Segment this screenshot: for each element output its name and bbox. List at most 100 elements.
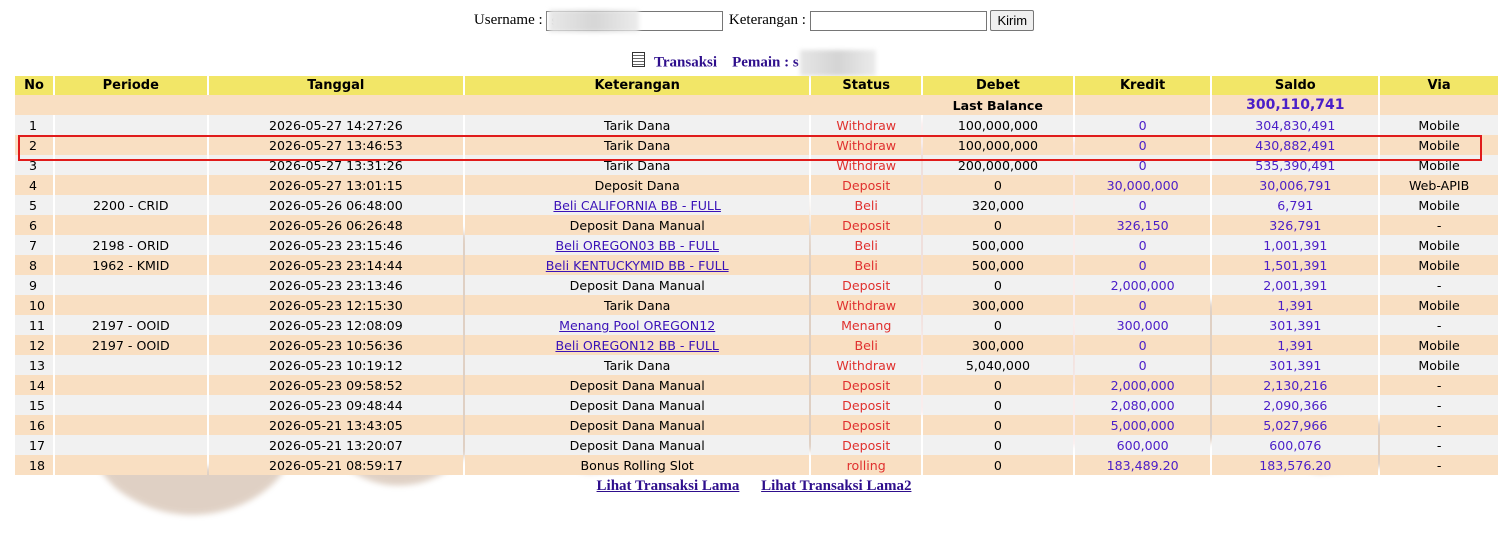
cell-kredit: 600,000 [1074, 435, 1211, 455]
column-header: Tanggal [208, 76, 464, 95]
cell-saldo: 2,090,366 [1212, 395, 1379, 415]
cell-no: 3 [15, 155, 53, 175]
table-row: 1 2026-05-27 14:27:26 Tarik Dana Withdraw 10… [15, 115, 1498, 135]
cell-tanggal: 2026-05-23 09:58:52 [208, 375, 464, 395]
keterangan-link[interactable]: Menang Pool OREGON12 [559, 318, 715, 333]
cell-debet: 0 [923, 395, 1073, 415]
cell-tanggal: 2026-05-26 06:48:00 [208, 195, 464, 215]
cell-status: Menang [811, 315, 922, 335]
cell-debet: 0 [923, 435, 1073, 455]
cell-no: 5 [15, 195, 53, 215]
table-row: 12 2197 - OOID 2026-05-23 10:56:36 Beli ORE… [15, 335, 1498, 355]
cell-tanggal: 2026-05-23 09:48:44 [208, 395, 464, 415]
last-balance-value: 300,110,741 [1212, 95, 1379, 115]
column-header: Saldo [1212, 76, 1379, 95]
cell-keterangan: Tarik Dana [465, 135, 810, 155]
cell-kredit: 0 [1074, 295, 1211, 315]
keterangan-link[interactable]: Beli OREGON03 BB - FULL [555, 238, 718, 253]
cell-periode [54, 395, 207, 415]
cell-saldo: 430,882,491 [1212, 135, 1379, 155]
last-balance-spacer [1074, 95, 1211, 115]
keterangan-link[interactable]: Beli OREGON12 BB - FULL [555, 338, 718, 353]
cell-tanggal: 2026-05-23 23:14:44 [208, 255, 464, 275]
cell-periode [54, 135, 207, 155]
cell-keterangan: Beli OREGON12 BB - FULL [465, 335, 810, 355]
cell-saldo: 301,391 [1212, 355, 1379, 375]
cell-tanggal: 2026-05-27 13:01:15 [208, 175, 464, 195]
redacted-pemain-blur [800, 50, 877, 76]
transaksi-title: Transaksi [653, 54, 718, 71]
cell-keterangan: Deposit Dana Manual [465, 395, 810, 415]
cell-via: Mobile [1380, 295, 1498, 315]
footer-links: Lihat Transaksi Lama Lihat Transaksi Lam… [0, 478, 1508, 495]
cell-no: 1 [15, 115, 53, 135]
cell-via: - [1380, 415, 1498, 435]
keterangan-input[interactable] [809, 10, 987, 31]
cell-tanggal: 2026-05-27 13:31:26 [208, 155, 464, 175]
cell-tanggal: 2026-05-23 10:56:36 [208, 335, 464, 355]
cell-via: - [1380, 395, 1498, 415]
cell-tanggal: 2026-05-27 13:46:53 [208, 135, 464, 155]
cell-no: 7 [15, 235, 53, 255]
cell-saldo: 30,006,791 [1212, 175, 1379, 195]
cell-periode [54, 355, 207, 375]
cell-via: Mobile [1380, 115, 1498, 135]
cell-tanggal: 2026-05-26 06:26:48 [208, 215, 464, 235]
cell-keterangan: Deposit Dana Manual [465, 435, 810, 455]
cell-status: Beli [811, 335, 922, 355]
table-row: 5 2200 - CRID 2026-05-26 06:48:00 Beli CALI… [15, 195, 1498, 215]
cell-kredit: 0 [1074, 195, 1211, 215]
cell-no: 17 [15, 435, 53, 455]
cell-no: 8 [15, 255, 53, 275]
table-row: 9 2026-05-23 23:13:46 Deposit Dana Manual D… [15, 275, 1498, 295]
cell-via: - [1380, 275, 1498, 295]
kirim-button[interactable]: Kirim [990, 10, 1035, 32]
cell-debet: 0 [923, 315, 1073, 335]
cell-debet: 500,000 [923, 235, 1073, 255]
lihat-transaksi-lama-link[interactable]: Lihat Transaksi Lama [597, 478, 740, 494]
cell-keterangan: Tarik Dana [465, 155, 810, 175]
cell-status: rolling [811, 455, 922, 475]
keterangan-link[interactable]: Beli CALIFORNIA BB - FULL [553, 198, 721, 213]
cell-periode [54, 455, 207, 475]
table-row: 6 2026-05-26 06:26:48 Deposit Dana Manual D… [15, 215, 1498, 235]
table-row: 11 2197 - OOID 2026-05-23 12:08:09 Menang P… [15, 315, 1498, 335]
cell-saldo: 1,391 [1212, 295, 1379, 315]
cell-no: 2 [15, 135, 53, 155]
cell-keterangan: Deposit Dana Manual [465, 375, 810, 395]
cell-tanggal: 2026-05-21 13:43:05 [208, 415, 464, 435]
cell-status: Deposit [811, 395, 922, 415]
cell-status: Withdraw [811, 115, 922, 135]
table-row: 16 2026-05-21 13:43:05 Deposit Dana Manual… [15, 415, 1498, 435]
document-icon [631, 52, 645, 68]
cell-debet: 0 [923, 415, 1073, 435]
cell-status: Withdraw [811, 355, 922, 375]
last-balance-label-cell: Last Balance [15, 95, 1073, 115]
cell-tanggal: 2026-05-23 10:19:12 [208, 355, 464, 375]
lihat-transaksi-lama2-link[interactable]: Lihat Transaksi Lama2 [761, 478, 911, 494]
keterangan-link[interactable]: Beli KENTUCKYMID BB - FULL [546, 258, 729, 273]
cell-saldo: 326,791 [1212, 215, 1379, 235]
cell-keterangan: Bonus Rolling Slot [465, 455, 810, 475]
cell-debet: 0 [923, 175, 1073, 195]
table-row: 8 1962 - KMID 2026-05-23 23:14:44 Beli KENT… [15, 255, 1498, 275]
table-row: 3 2026-05-27 13:31:26 Tarik Dana Withdraw 20… [15, 155, 1498, 175]
cell-debet: 0 [923, 375, 1073, 395]
cell-periode [54, 275, 207, 295]
cell-kredit: 300,000 [1074, 315, 1211, 335]
cell-debet: 500,000 [923, 255, 1073, 275]
cell-kredit: 5,000,000 [1074, 415, 1211, 435]
column-header: No [15, 76, 53, 95]
cell-no: 6 [15, 215, 53, 235]
column-header: Periode [54, 76, 207, 95]
column-header: Via [1380, 76, 1498, 95]
cell-via: - [1380, 435, 1498, 455]
cell-debet: 0 [923, 215, 1073, 235]
last-balance-row: Last Balance 300,110,741 [15, 95, 1498, 115]
cell-no: 16 [15, 415, 53, 435]
cell-status: Beli [811, 195, 922, 215]
cell-via: Mobile [1380, 335, 1498, 355]
last-balance-spacer [1380, 95, 1498, 115]
cell-periode [54, 375, 207, 395]
cell-no: 4 [15, 175, 53, 195]
